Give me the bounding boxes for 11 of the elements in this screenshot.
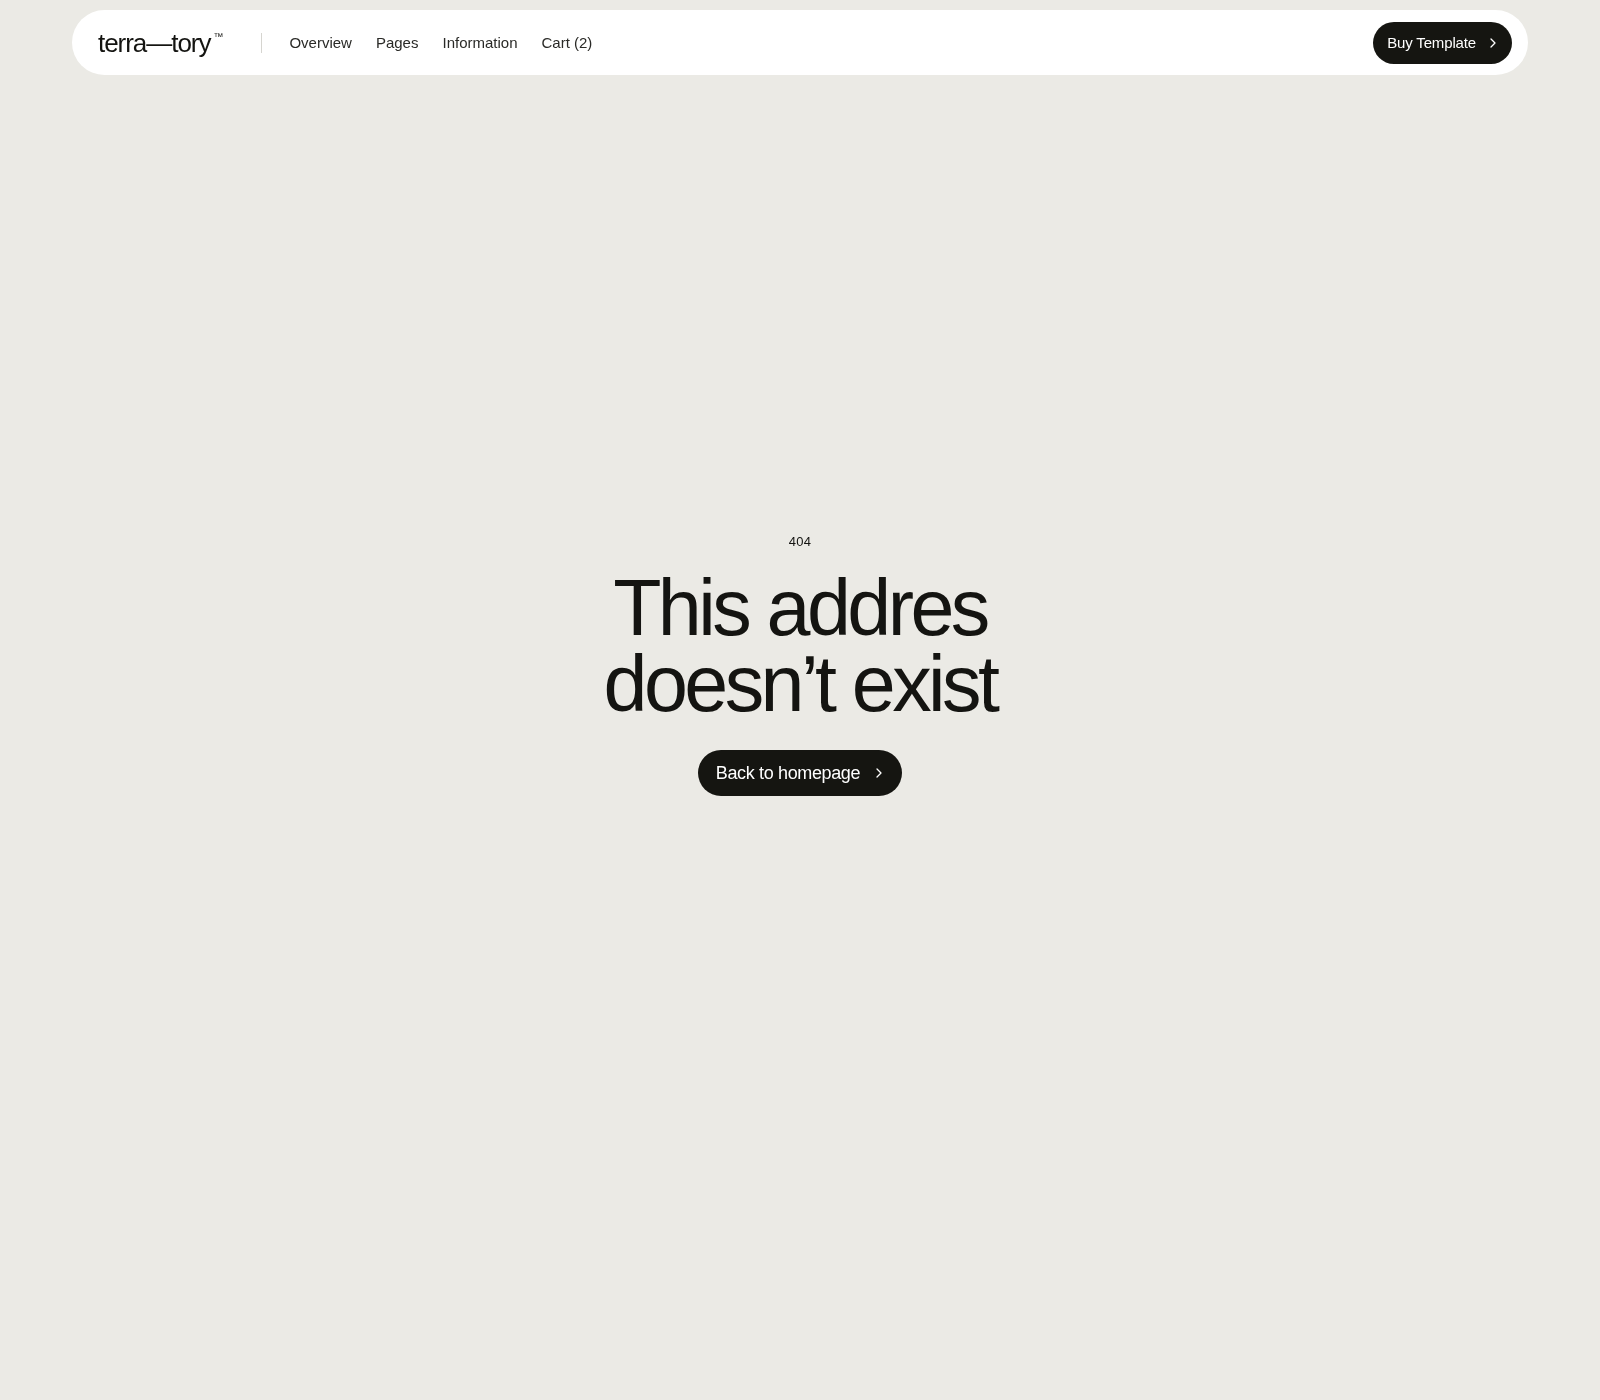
nav-link[interactable]: Pages (375, 34, 419, 51)
brand-logo[interactable]: terra—tory$^{™}$ (98, 29, 224, 56)
back-to-homepage-button[interactable]: Back to homepage (697, 750, 903, 796)
nav-link[interactable]: Overview (289, 34, 352, 51)
chevron-right-icon (1490, 37, 1496, 48)
error-code: 404 (788, 534, 812, 550)
error-heading: This addres doesn’t exist (602, 570, 999, 722)
buy-template-button[interactable]: Buy Template (1373, 21, 1512, 64)
nav-link[interactable]: Information (442, 34, 518, 51)
nav-link[interactable]: Cart (2) (541, 34, 593, 51)
chevron-right-icon (876, 768, 883, 778)
